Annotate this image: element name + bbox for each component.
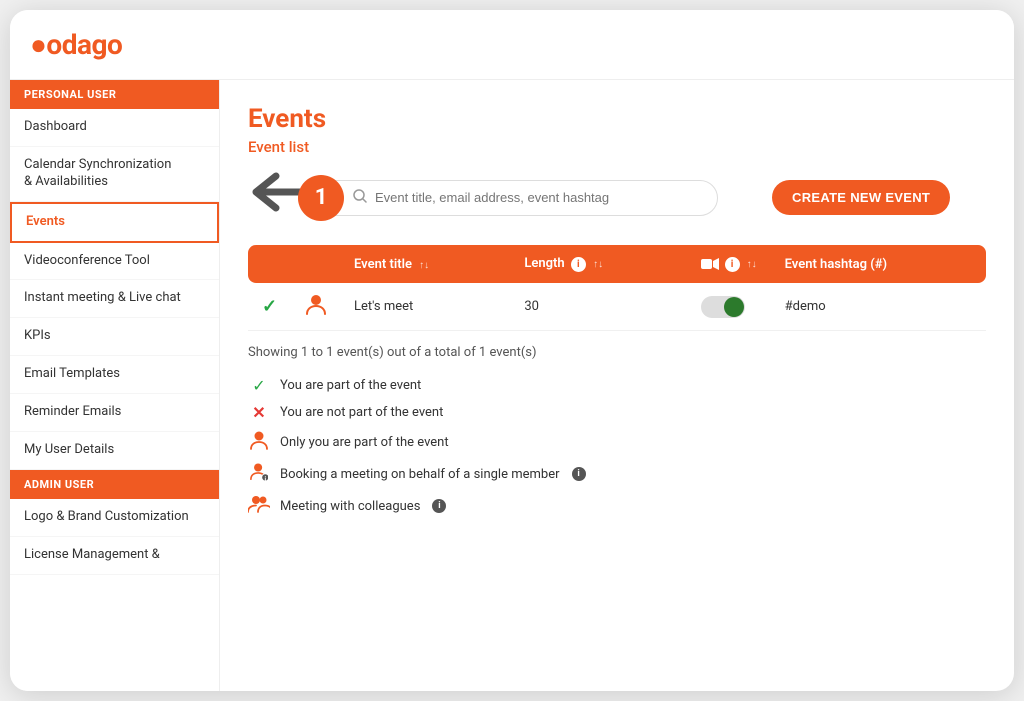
- sidebar-item-user-details[interactable]: My User Details: [10, 432, 219, 470]
- status-check-icon: ✓: [262, 296, 277, 317]
- main-layout: PERSONAL USER Dashboard Calendar Synchro…: [10, 80, 1014, 691]
- sidebar-item-instant-meeting[interactable]: Instant meeting & Live chat: [10, 280, 219, 318]
- sort-video-icon[interactable]: ↑↓: [747, 259, 757, 270]
- legend-item-user-booking: i Booking a meeting on behalf of a singl…: [248, 462, 986, 486]
- legend-check-icon: ✓: [248, 376, 270, 395]
- events-table: Event title ↑↓ Length i ↑↓ i: [248, 245, 986, 331]
- sidebar-item-license[interactable]: License Management &: [10, 537, 219, 575]
- legend-item-user-single: Only you are part of the event: [248, 430, 986, 454]
- legend-area: ✓ You are part of the event ✕ You are no…: [248, 376, 986, 518]
- showing-text: Showing 1 to 1 event(s) out of a total o…: [248, 345, 986, 360]
- sort-title-icon[interactable]: ↑↓: [419, 260, 429, 271]
- search-input[interactable]: [375, 190, 701, 205]
- table-row: ✓ Let's meet 30: [248, 283, 986, 331]
- legend-item-cross: ✕ You are not part of the event: [248, 403, 986, 422]
- legend-cross-icon: ✕: [248, 403, 270, 422]
- legend-user-single-icon: [248, 430, 270, 454]
- search-box: [298, 180, 718, 216]
- create-event-button[interactable]: CREATE NEW EVENT: [772, 180, 950, 215]
- sidebar-item-reminder-emails[interactable]: Reminder Emails: [10, 394, 219, 432]
- search-icon: [353, 189, 367, 207]
- legend-users-group-icon: [248, 494, 270, 518]
- app-container: ●odago PERSONAL USER Dashboard Calendar …: [10, 10, 1014, 691]
- th-event-title[interactable]: Event title ↑↓: [340, 245, 510, 283]
- sidebar-item-email-templates[interactable]: Email Templates: [10, 356, 219, 394]
- row-hashtag: #demo: [771, 283, 986, 331]
- length-info-icon: i: [571, 257, 586, 272]
- sidebar: PERSONAL USER Dashboard Calendar Synchro…: [10, 80, 220, 691]
- sidebar-item-kpis[interactable]: KPIs: [10, 318, 219, 356]
- search-row: 1 CREATE NEW EVENT: [248, 170, 986, 225]
- th-length[interactable]: Length i ↑↓: [510, 245, 686, 283]
- sidebar-section-admin: ADMIN USER: [10, 470, 219, 499]
- sort-length-icon[interactable]: ↑↓: [593, 259, 603, 270]
- video-toggle[interactable]: [701, 296, 745, 318]
- th-status: [248, 245, 292, 283]
- colleagues-info-icon: i: [432, 499, 446, 513]
- sidebar-section-personal: PERSONAL USER: [10, 80, 219, 109]
- user-icon: [306, 299, 326, 320]
- section-subtitle: Event list: [248, 138, 986, 156]
- th-video[interactable]: i ↑↓: [687, 245, 771, 283]
- th-hashtag: Event hashtag (#): [771, 245, 986, 283]
- row-title[interactable]: Let's meet: [340, 283, 510, 331]
- row-video[interactable]: [687, 283, 771, 331]
- video-info-icon: i: [725, 257, 740, 272]
- legend-item-users-group: Meeting with colleagues i: [248, 494, 986, 518]
- legend-user-booking-icon: i: [248, 462, 270, 486]
- step-badge: 1: [298, 175, 344, 221]
- booking-info-icon: i: [572, 467, 586, 481]
- page-title: Events: [248, 104, 986, 134]
- top-bar: ●odago: [10, 10, 1014, 80]
- sidebar-item-logo-brand[interactable]: Logo & Brand Customization: [10, 499, 219, 537]
- row-user-icon: [292, 283, 340, 331]
- app-logo: ●odago: [30, 28, 122, 61]
- sidebar-item-dashboard[interactable]: Dashboard: [10, 109, 219, 147]
- sidebar-item-events[interactable]: Events: [10, 202, 219, 243]
- row-length: 30: [510, 283, 686, 331]
- sidebar-item-videoconference[interactable]: Videoconference Tool: [10, 243, 219, 281]
- sidebar-item-calendar[interactable]: Calendar Synchronization& Availabilities: [10, 147, 219, 202]
- legend-item-check: ✓ You are part of the event: [248, 376, 986, 395]
- content-area: Events Event list 1: [220, 80, 1014, 691]
- row-status: ✓: [248, 283, 292, 331]
- th-icon: [292, 245, 340, 283]
